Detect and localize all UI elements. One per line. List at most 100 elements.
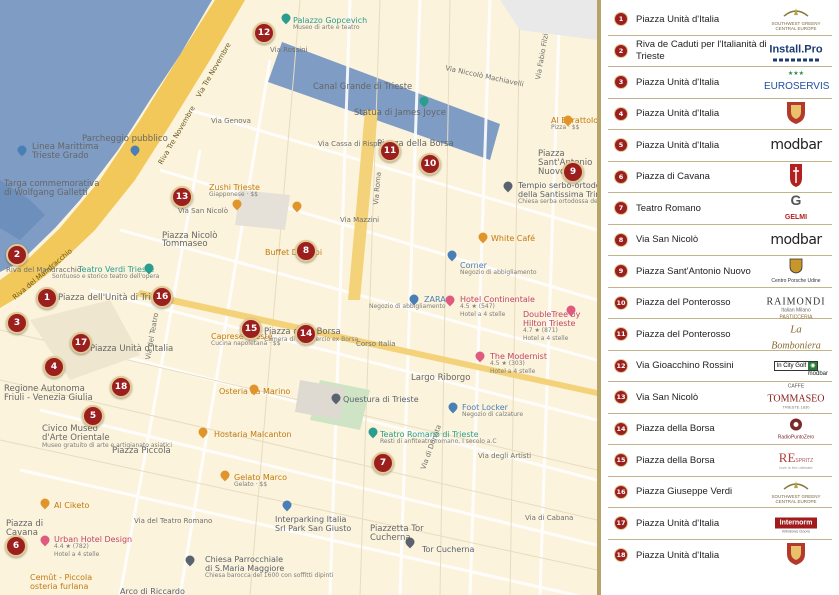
legend-number-badge: 9 (614, 264, 628, 279)
sponsor-logo: SOUTHWEST GREENY CENTRAL EUROPE (764, 6, 828, 32)
legend-place-name: Piazza della Borsa (636, 423, 715, 435)
map-label: Chiesa barocca del 1600 con soffitti dip… (205, 572, 334, 579)
location-marker-18[interactable]: 18 (110, 376, 132, 398)
legend-row-9[interactable]: 9 Piazza Sant'Antonio Nuovo Centro Porsche… (608, 256, 832, 288)
sponsor-logo: CAFFE TOMMASEO TRIESTE 1830 (767, 383, 825, 410)
map-label: Via degli Artisti (478, 452, 532, 460)
sponsor-logo: modbar (770, 231, 822, 248)
legend-row-6[interactable]: 6 Piazza di Cavana (608, 162, 832, 193)
location-marker-15[interactable]: 15 (240, 318, 262, 340)
sponsor-logo: Internorm Windows Doors (764, 513, 828, 534)
sponsor-logo: G GELMI (784, 192, 808, 222)
map-label: White Café (491, 234, 536, 243)
sponsor-logo: RAIMONDI Italian Milano (766, 296, 826, 314)
legend-row-2[interactable]: 2 Riva de Caduti per l'Italianità di Trie… (608, 36, 832, 67)
legend-row-8[interactable]: 8 Via San Nicolò modbar (608, 225, 832, 256)
legend-place-name: Piazza del Ponterosso (636, 297, 731, 309)
location-marker-11[interactable]: 11 (379, 140, 401, 162)
legend-number-badge: 10 (614, 295, 628, 310)
location-marker-13[interactable]: 13 (171, 186, 193, 208)
sponsor-logo: SOUTHWEST GREENY CENTRAL EUROPE (764, 479, 828, 505)
sponsor-logo (764, 540, 828, 570)
map-label: Negozio di abbigliamento (460, 269, 537, 276)
sponsor-logo: modbar (770, 137, 822, 154)
map-label: Via di Cabana (525, 514, 574, 522)
location-marker-9[interactable]: 9 (562, 161, 584, 183)
location-marker-17[interactable]: 17 (70, 332, 92, 354)
location-marker-2[interactable]: 2 (6, 244, 28, 266)
legend-place-name: Via Gioacchino Rossini (636, 360, 734, 372)
map-label: Via Mazzini (340, 216, 380, 224)
legend-place-name: Piazza Unità d'Italia (636, 549, 720, 561)
location-marker-14[interactable]: 14 (295, 323, 317, 345)
location-marker-6[interactable]: 6 (5, 535, 27, 557)
map-label: Parcheggio pubblico (82, 134, 168, 144)
sponsor-logo: Centro Porsche Udine (764, 258, 828, 284)
legend-place-name: Via San Nicolò (636, 391, 699, 403)
map-label: osteria furlana (30, 582, 89, 591)
legend-row-13[interactable]: 13 Via San Nicolò CAFFE TOMMASEO TRIESTE 183… (608, 382, 832, 414)
map-label: Hotel a 4 stelle (460, 311, 506, 318)
map-label: Statua di James Joyce (354, 108, 447, 118)
map-label: 4.5 ★ (303) (490, 360, 525, 367)
map-label: Sontuoso e storico teatro dell'opera (52, 273, 160, 280)
legend-place-name: Piazza Sant'Antonio Nuovo (636, 265, 751, 277)
map-label: Trieste Grado (32, 151, 89, 161)
map-label: Pizza · $$ (551, 124, 580, 131)
map-label: di Wolfgang Galletti (4, 188, 88, 198)
location-marker-8[interactable]: 8 (295, 240, 317, 262)
legend-row-5[interactable]: 5 Piazza Unità d'Italia modbar (608, 130, 832, 162)
location-marker-5[interactable]: 5 (82, 405, 104, 427)
legend-number-badge: 11 (614, 327, 628, 342)
legend-row-18[interactable]: 18 Piazza Unità d'Italia (608, 540, 832, 572)
legend-row-15[interactable]: 15 Piazza della Borsa RESPRITZ love is the … (608, 445, 832, 477)
location-marker-4[interactable]: 4 (43, 356, 65, 378)
legend-number-badge: 12 (614, 358, 628, 373)
sponsor-logo: In City Golf ◉ modbar (764, 355, 828, 377)
map-label: Interparking Italia (275, 515, 347, 524)
legend-row-11[interactable]: 11 Piazza del Ponterosso PASTICCERIA La Bomb… (608, 315, 832, 351)
location-marker-7[interactable]: 7 (372, 452, 394, 474)
map-label: Hotel a 4 stelle (523, 335, 569, 342)
location-marker-10[interactable]: 10 (419, 153, 441, 175)
legend-row-17[interactable]: 17 Piazza Unità d'Italia Internorm Windows … (608, 508, 832, 540)
legend-place-name: Via San Nicolò (636, 234, 699, 246)
sponsor-logo (764, 162, 828, 192)
legend-row-16[interactable]: 16 Piazza Giuseppe Verdi SOUTHWEST GREENY C… (608, 477, 832, 508)
legend-place-name: Piazza Unità d'Italia (636, 76, 720, 88)
location-marker-12[interactable]: 12 (253, 22, 275, 44)
sponsor-logo: Install.Pro (764, 40, 828, 62)
location-marker-3[interactable]: 3 (6, 312, 28, 334)
map-label: Giapponese · $$ (209, 191, 258, 198)
map-label: Riva del Mandracchio (6, 266, 82, 274)
map-label: Largo Riborgo (411, 373, 471, 383)
legend-place-name: Piazza Unità d'Italia (636, 108, 720, 120)
legend-number-badge: 16 (614, 484, 628, 499)
legend-place-name: Piazza Unità d'Italia (636, 517, 720, 529)
map-label: Via del Teatro Romano (134, 517, 213, 525)
legend-row-4[interactable]: 4 Piazza Unità d'Italia (608, 99, 832, 130)
map-label: Chiesa Parrocchiale (205, 555, 284, 564)
map-label: Hotel a 4 stelle (490, 368, 536, 375)
location-marker-1[interactable]: 1 (36, 287, 58, 309)
legend-row-3[interactable]: 3 Piazza Unità d'Italia ★★★ EUROSERVIS (608, 67, 832, 99)
map-label: Corso Italia (356, 340, 396, 348)
legend-place-name: Teatro Romano (636, 202, 701, 214)
legend-row-14[interactable]: 14 Piazza della Borsa RadioPuntoZero (608, 414, 832, 445)
svg-text:Via Roma: Via Roma (372, 172, 383, 206)
legend-place-name: Piazza Unità d'Italia (636, 139, 720, 151)
legend-row-12[interactable]: 12 Via Gioacchino Rossini In City Golf ◉ mod… (608, 351, 832, 382)
map-label: Hostaria Malcanton (214, 430, 292, 439)
legend-number-badge: 3 (614, 75, 628, 90)
sponsor-logo: RESPRITZ love is the ultimate (778, 450, 814, 471)
location-marker-16[interactable]: 16 (151, 286, 173, 308)
legend-row-7[interactable]: 7 Teatro Romano G GELMI (608, 193, 832, 225)
map-label: Tempio serbo-ortodosso (518, 181, 597, 190)
city-map[interactable]: Riva Tre Novembre Via Tre Novembre Riva … (0, 0, 597, 595)
legend-row-1[interactable]: 1 Piazza Unità d'Italia SOUTHWEST GREENY CE… (608, 4, 832, 36)
legend-place-name: Riva de Caduti per l'Italianità di Tries… (636, 39, 767, 62)
sponsor-logo (764, 99, 828, 129)
map-label: 4.7 ★ (871) (523, 327, 558, 334)
map-label: Via Genova (211, 117, 251, 125)
legend-place-name: Piazza Unità d'Italia (636, 13, 720, 25)
